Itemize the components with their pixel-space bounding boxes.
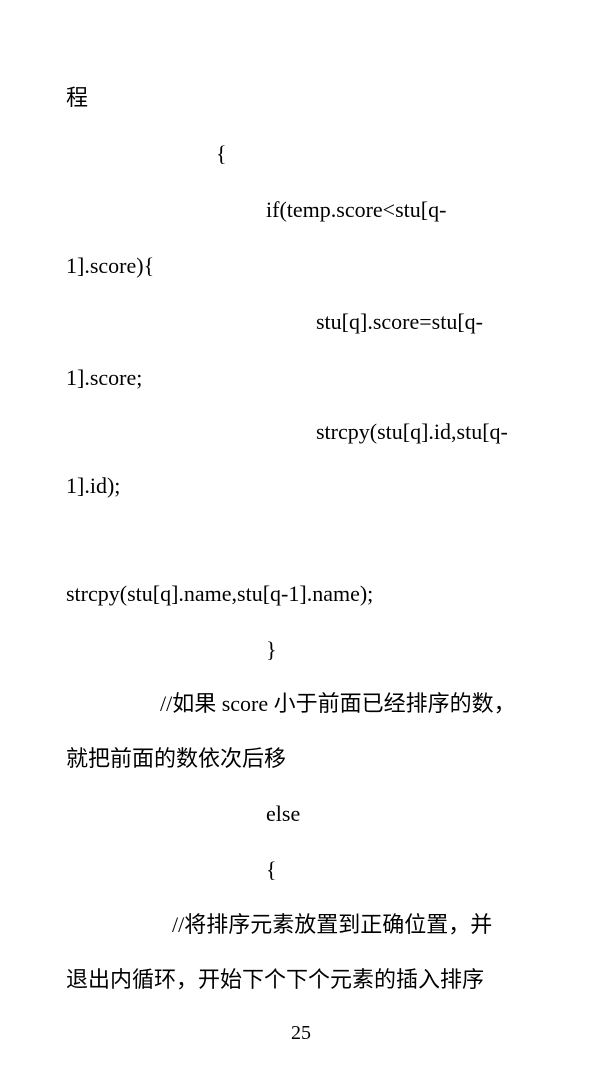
text-line-4: 1].score){ [66, 253, 155, 278]
comment-line-4: 退出内循环，开始下个下个元素的插入排序 [66, 967, 485, 992]
text-line-6: 1].score; [66, 365, 143, 390]
text-line-brace: { [266, 857, 277, 882]
text-line-2: { [216, 141, 227, 166]
text-line-8: 1].id); [66, 473, 121, 498]
text-line-10: } [266, 637, 277, 662]
document-page: 程 { if(temp.score<stu[q- 1].score){ stu[… [0, 0, 602, 1071]
comment-line-3: //将排序元素放置到正确位置，并 [172, 912, 493, 937]
text-line-9: strcpy(stu[q].name,stu[q-1].name); [66, 581, 374, 606]
text-line-else: else [266, 801, 301, 826]
page-number: 25 [291, 1022, 311, 1044]
text-line-7: strcpy(stu[q].id,stu[q- [316, 419, 508, 444]
comment-line-1: //如果 score 小于前面已经排序的数， [160, 691, 516, 716]
comment-line-2: 就把前面的数依次后移 [66, 746, 287, 771]
text-line-1: 程 [66, 85, 89, 110]
text-line-3: if(temp.score<stu[q- [266, 197, 447, 222]
text-line-5: stu[q].score=stu[q- [316, 309, 483, 334]
